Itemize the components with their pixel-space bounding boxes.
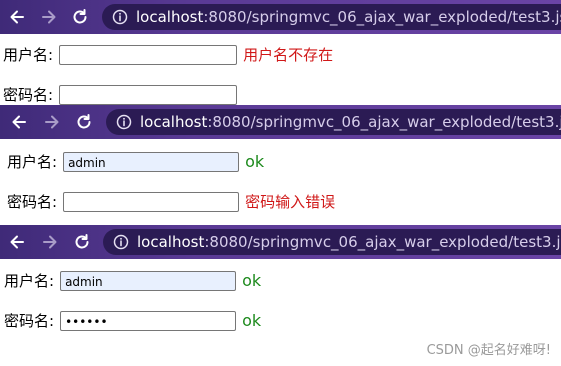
back-button[interactable] bbox=[8, 225, 26, 259]
username-row: 用户名: admin ok bbox=[4, 270, 261, 291]
reload-button[interactable] bbox=[71, 0, 89, 34]
reload-icon bbox=[73, 233, 91, 251]
browser-toolbar: localhost:8080/springmvc_06_ajax_war_exp… bbox=[0, 105, 561, 139]
url-text: localhost:8080/springmvc_06_ajax_war_exp… bbox=[137, 233, 561, 251]
username-input[interactable]: admin bbox=[60, 270, 237, 291]
url-text: localhost:8080/springmvc_06_ajax_war_exp… bbox=[140, 113, 561, 131]
browser-toolbar: localhost:8080/springmvc_06_ajax_war_exp… bbox=[0, 0, 561, 34]
url-text: localhost:8080/springmvc_06_ajax_war_exp… bbox=[136, 8, 561, 26]
reload-icon bbox=[75, 113, 93, 131]
password-row: 密码名: bbox=[3, 84, 238, 105]
password-label: 密码名: bbox=[3, 86, 54, 104]
arrow-right-icon bbox=[41, 233, 59, 251]
reload-icon bbox=[71, 8, 89, 26]
forward-button[interactable] bbox=[41, 225, 59, 259]
arrow-left-icon bbox=[10, 113, 28, 131]
forward-button[interactable] bbox=[43, 105, 61, 139]
info-icon[interactable] bbox=[113, 234, 129, 250]
reload-button[interactable] bbox=[75, 105, 93, 139]
username-message: ok bbox=[242, 271, 262, 290]
password-message: ok bbox=[242, 311, 262, 330]
username-row: 用户名: 用户名不存在 bbox=[3, 44, 333, 65]
username-label: 用户名: bbox=[7, 153, 58, 171]
arrow-right-icon bbox=[40, 8, 58, 26]
reload-button[interactable] bbox=[73, 225, 91, 259]
password-message: 密码输入错误 bbox=[245, 193, 336, 211]
watermark: CSDN @起名好难呀! bbox=[426, 343, 551, 358]
password-input[interactable] bbox=[59, 84, 238, 105]
address-bar[interactable]: localhost:8080/springmvc_06_ajax_war_exp… bbox=[106, 109, 561, 135]
screenshot-panel-3: localhost:8080/springmvc_06_ajax_war_exp… bbox=[0, 225, 561, 366]
password-row: 密码名: •••••• ok bbox=[4, 310, 261, 331]
browser-toolbar: localhost:8080/springmvc_06_ajax_war_exp… bbox=[0, 225, 561, 259]
back-button[interactable] bbox=[10, 105, 28, 139]
address-bar[interactable]: localhost:8080/springmvc_06_ajax_war_exp… bbox=[103, 229, 561, 255]
username-label: 用户名: bbox=[4, 272, 55, 290]
back-button[interactable] bbox=[8, 0, 26, 34]
screenshot-panel-2: localhost:8080/springmvc_06_ajax_war_exp… bbox=[0, 105, 561, 225]
address-bar[interactable]: localhost:8080/springmvc_06_ajax_war_exp… bbox=[102, 4, 561, 30]
username-input[interactable]: admin bbox=[63, 151, 240, 172]
username-row: 用户名: admin ok bbox=[7, 151, 264, 172]
arrow-left-icon bbox=[8, 8, 26, 26]
password-row: 密码名: 密码输入错误 bbox=[7, 191, 335, 212]
username-label: 用户名: bbox=[3, 46, 54, 64]
info-icon[interactable] bbox=[116, 114, 132, 130]
forward-button[interactable] bbox=[40, 0, 58, 34]
username-message: 用户名不存在 bbox=[243, 46, 334, 64]
screenshot-panel-1: localhost:8080/springmvc_06_ajax_war_exp… bbox=[0, 0, 561, 110]
password-input[interactable]: •••••• bbox=[60, 310, 237, 331]
arrow-left-icon bbox=[8, 233, 26, 251]
password-input[interactable] bbox=[63, 191, 240, 212]
username-input[interactable] bbox=[59, 44, 238, 65]
password-label: 密码名: bbox=[7, 193, 58, 211]
arrow-right-icon bbox=[43, 113, 61, 131]
password-label: 密码名: bbox=[4, 312, 55, 330]
username-message: ok bbox=[245, 152, 265, 171]
info-icon[interactable] bbox=[112, 9, 128, 25]
